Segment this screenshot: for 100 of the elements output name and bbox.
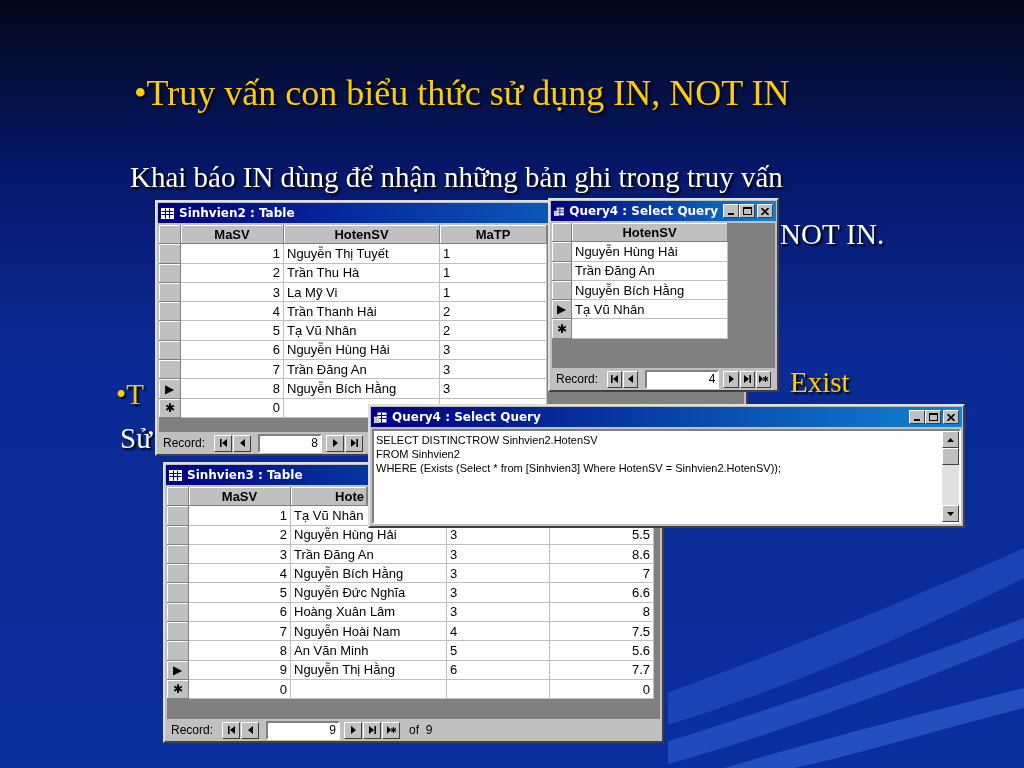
- last-icon: [367, 726, 377, 734]
- next-icon: [348, 726, 358, 734]
- previous-record-button[interactable]: [233, 434, 252, 452]
- query-grid-icon: [554, 205, 565, 217]
- row-selector[interactable]: [167, 641, 189, 661]
- table-cell: 5: [181, 321, 284, 341]
- record-count: of 9: [409, 723, 433, 737]
- row-selector[interactable]: [167, 506, 189, 526]
- table-cell: 4: [181, 302, 284, 322]
- first-record-button[interactable]: [607, 370, 623, 388]
- table-cell: 6.6: [550, 583, 654, 603]
- table-cell: Tạ Vũ Nhân: [572, 300, 728, 320]
- sql-line: SELECT DISTINCTROW Sinhvien2.HotenSV: [376, 433, 598, 447]
- row-selector[interactable]: [167, 544, 189, 565]
- table-cell: 6: [447, 660, 550, 680]
- last-record-button[interactable]: [345, 434, 364, 452]
- table-cell: 6: [189, 602, 291, 623]
- vertical-scrollbar[interactable]: [942, 431, 959, 522]
- row-selector[interactable]: [159, 321, 181, 341]
- next-record-button[interactable]: [723, 370, 739, 388]
- column-header[interactable]: Hote: [291, 487, 367, 507]
- table-cell: 5: [189, 583, 291, 603]
- record-number-field[interactable]: 4: [645, 369, 720, 389]
- table-cell: 3: [440, 360, 547, 380]
- first-icon: [610, 375, 620, 383]
- previous-record-button[interactable]: [623, 370, 639, 388]
- record-number-field[interactable]: 9: [266, 720, 341, 740]
- row-selector[interactable]: ✱: [552, 319, 572, 339]
- record-label: Record:: [556, 372, 599, 386]
- table-cell: 1: [189, 506, 291, 526]
- scroll-thumb[interactable]: [942, 448, 959, 465]
- row-selector[interactable]: [552, 242, 572, 262]
- next-record-button[interactable]: [344, 721, 363, 739]
- table-cell: 7: [550, 564, 654, 584]
- window-title: Sinhvien2 : Table: [179, 206, 295, 220]
- close-button[interactable]: [757, 204, 773, 218]
- down-arrow-icon: [947, 511, 954, 516]
- row-selector[interactable]: [159, 263, 181, 283]
- sql-line: FROM Sinhvien2: [376, 447, 460, 461]
- table-cell: An Văn Minh: [291, 641, 447, 661]
- row-selector[interactable]: ✱: [159, 398, 181, 418]
- new-record-button[interactable]: [382, 721, 401, 739]
- table-cell: 9: [189, 660, 291, 680]
- row-selector[interactable]: ▶: [159, 379, 181, 399]
- table-cell: 0: [181, 398, 284, 418]
- window-title: Sinhvien3 : Table: [187, 468, 303, 482]
- window-title: Query4 : Select Query: [569, 204, 718, 218]
- table-cell: Hoàng Xuân Lâm: [291, 602, 447, 623]
- row-selector[interactable]: ▶: [167, 660, 189, 680]
- sql-text-area[interactable]: SELECT DISTINCTROW Sinhvien2.HotenSV FROM Sinhvien2 WHERE (Exists (Select * from [Sinhvien3] Where HotenSV = Sinhvien2.HotenSV));: [372, 429, 961, 524]
- sql-line: WHERE (Exists (Select * from [Sinhvien3] Where HotenSV = Sinhvien2.HotenSV));: [376, 461, 782, 475]
- previous-record-button[interactable]: [241, 721, 260, 739]
- minimize-button[interactable]: [909, 410, 925, 424]
- row-selector[interactable]: [552, 261, 572, 281]
- row-selector[interactable]: [167, 564, 189, 584]
- scroll-up-button[interactable]: [942, 431, 959, 448]
- row-selector[interactable]: [159, 282, 181, 303]
- table-cell: 4: [189, 564, 291, 584]
- table-cell: 2: [440, 321, 547, 341]
- table-cell: 1: [440, 263, 547, 283]
- record-number-field[interactable]: 8: [258, 433, 323, 453]
- column-header[interactable]: MaSV: [189, 487, 291, 507]
- row-selector[interactable]: ▶: [552, 300, 572, 320]
- slide-title: •Truy vấn con biểu thức sử dụng IN, NOT IN: [134, 72, 790, 114]
- last-record-button[interactable]: [739, 370, 755, 388]
- row-selector[interactable]: [159, 302, 181, 322]
- maximize-button[interactable]: [739, 204, 755, 218]
- table-icon: [169, 469, 182, 481]
- last-record-button[interactable]: [363, 721, 382, 739]
- new-record-button[interactable]: [755, 370, 771, 388]
- first-record-button[interactable]: [222, 721, 241, 739]
- row-selector[interactable]: [167, 525, 189, 545]
- scroll-down-button[interactable]: [942, 505, 959, 522]
- column-header[interactable]: MaSV: [181, 225, 284, 245]
- table-cell: 3: [440, 379, 547, 399]
- table-cell: Tạ Vũ Nhân: [284, 321, 440, 341]
- minimize-button[interactable]: [723, 204, 739, 218]
- row-selector[interactable]: [167, 622, 189, 642]
- row-selector[interactable]: [159, 244, 181, 264]
- table-cell: 1: [440, 244, 547, 264]
- close-button[interactable]: [943, 410, 959, 424]
- next-icon: [726, 375, 736, 383]
- next-record-button[interactable]: [326, 434, 345, 452]
- row-selector[interactable]: [159, 340, 181, 361]
- table-cell: 8: [181, 379, 284, 399]
- row-selector[interactable]: [552, 280, 572, 301]
- table-cell: Trần Đăng An: [572, 261, 728, 281]
- column-header[interactable]: HotenSV: [284, 225, 440, 245]
- row-selector[interactable]: [167, 583, 189, 603]
- row-selector[interactable]: [167, 602, 189, 623]
- new-icon: [758, 375, 768, 383]
- table-cell: 3: [447, 564, 550, 584]
- column-header[interactable]: MaTP: [440, 225, 547, 245]
- row-selector[interactable]: ✱: [167, 679, 189, 700]
- close-icon: [761, 207, 769, 215]
- maximize-button[interactable]: [925, 410, 941, 424]
- row-selector[interactable]: [159, 360, 181, 380]
- column-header[interactable]: HotenSV: [572, 223, 728, 243]
- table-cell: Nguyễn Thị Tuyết: [284, 244, 440, 264]
- first-record-button[interactable]: [214, 434, 233, 452]
